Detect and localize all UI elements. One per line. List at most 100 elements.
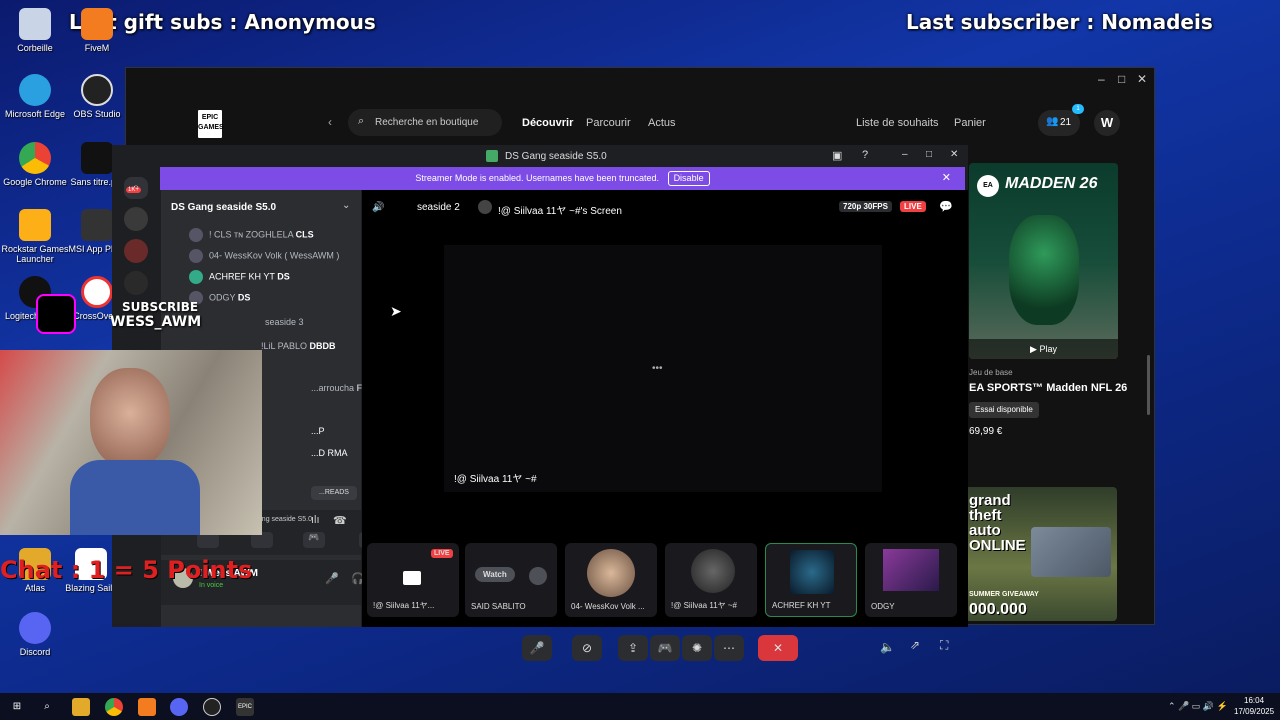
voice-channel-seaside-3[interactable]: seaside 3: [265, 317, 304, 327]
participant-tile[interactable]: ACHREF KH YT: [765, 543, 857, 617]
nav-browse[interactable]: Parcourir: [586, 117, 631, 129]
account-avatar[interactable]: W: [1094, 110, 1120, 136]
friends-count: 21: [1060, 117, 1072, 128]
participant-tile[interactable]: ODGY: [865, 543, 957, 617]
disable-streamer-button[interactable]: Disable: [667, 171, 710, 186]
server-avatar[interactable]: [124, 271, 148, 295]
banner-close-icon[interactable]: ✕: [942, 167, 951, 190]
server-avatar[interactable]: [124, 207, 148, 231]
voice-member[interactable]: 04- WessKov Volk ( WessAWM ): [189, 249, 339, 263]
discord-icon[interactable]: [170, 698, 188, 716]
screen-share-button[interactable]: ⇪: [618, 635, 648, 661]
voice-member[interactable]: ...D RMA: [311, 448, 348, 458]
friends-button[interactable]: 👥 21 1: [1038, 104, 1084, 136]
desktop-icon-chrome[interactable]: Google Chrome: [0, 142, 70, 187]
chat-icon[interactable]: 💬: [939, 200, 953, 213]
msi-app-icon: [81, 209, 113, 241]
start-button-icon[interactable]: ⊞: [8, 698, 26, 716]
soundboard-button[interactable]: ✺: [682, 635, 712, 661]
participant-tile[interactable]: !@ Siilvaa 11ヤ ~#: [665, 543, 757, 617]
add-watch-icon[interactable]: [529, 567, 547, 585]
clock-date: 17/09/2025: [1234, 707, 1275, 716]
voice-member[interactable]: ! CLS ᴛɴ ZOGHLELA CLS: [189, 228, 314, 242]
stream-label: !@ Siilvaa 11ヤ ~#: [454, 474, 537, 485]
discord-minimize-icon[interactable]: –: [902, 149, 908, 160]
epic-games-icon[interactable]: EPIC: [236, 698, 254, 716]
desktop-icon-edge[interactable]: Microsoft Edge: [0, 74, 70, 119]
voice-member[interactable]: ...P: [311, 426, 325, 436]
voice-member[interactable]: ...arroucha FC: [311, 383, 369, 393]
file-explorer-icon[interactable]: [72, 698, 90, 716]
participant-tile[interactable]: LIVE !@ Siilvaa 11ヤ...: [367, 543, 459, 617]
gta-online-card[interactable]: grand theft auto ONLINE SUMMER GIVEAWAY …: [965, 487, 1117, 621]
current-channel[interactable]: seaside 2: [417, 202, 460, 213]
ea-sports-logo: EA: [977, 175, 999, 197]
fullscreen-icon[interactable]: ⛶: [940, 638, 948, 653]
desktop-icon-discord[interactable]: Discord: [0, 612, 70, 657]
search-icon[interactable]: ⌕: [38, 698, 56, 716]
play-video-button[interactable]: ▶ Play: [969, 339, 1118, 359]
member-name: ! CLS ᴛɴ ZOGHLELA: [209, 229, 294, 240]
friends-icon: 👥: [1046, 116, 1059, 127]
desktop-icon-recycle-bin[interactable]: Corbeille: [0, 8, 70, 53]
gta-promo-text: SUMMER GIVEAWAY: [969, 591, 1039, 598]
activity-button[interactable]: 🎮: [650, 635, 680, 661]
back-arrow-icon[interactable]: ‹: [328, 115, 332, 129]
popout-icon[interactable]: ⇗: [910, 638, 920, 652]
system-tray-icons[interactable]: ⌃ 🎤 ▭ 🔊 ⚡: [1168, 701, 1228, 712]
nav-news[interactable]: Actus: [648, 117, 676, 129]
chevron-down-icon[interactable]: ⌄: [342, 200, 350, 211]
desktop-icon-rockstar[interactable]: Rockstar Games Launcher: [0, 209, 70, 264]
volume-icon[interactable]: 🔈: [880, 640, 895, 654]
participant-tile[interactable]: Watch SAID SABLITO: [465, 543, 557, 617]
trial-available-tag: Essai disponible: [969, 402, 1039, 418]
tile-label: ACHREF KH YT: [772, 601, 831, 610]
obs-icon[interactable]: [203, 698, 221, 716]
desktop-icon-fivem[interactable]: FiveM: [62, 8, 132, 53]
image-file-icon: [81, 142, 113, 174]
desktop-icon-label: Google Chrome: [3, 177, 67, 187]
voice-member[interactable]: !LiL PABLO DBDB: [261, 341, 336, 351]
watch-button[interactable]: Watch: [475, 567, 515, 582]
microphone-icon[interactable]: 🎤: [325, 572, 339, 585]
game-title[interactable]: EA SPORTS™ Madden NFL 26: [969, 382, 1127, 394]
more-options-button[interactable]: ⋯: [714, 635, 744, 661]
camera-button[interactable]: ⊘: [572, 635, 602, 661]
madden-hero-card[interactable]: EA MADDEN 26 ▶ Play: [969, 163, 1118, 359]
threads-pill[interactable]: ...READS: [311, 486, 357, 500]
server-name[interactable]: DS Gang seaside S5.0: [171, 202, 276, 213]
minimize-icon[interactable]: –: [1098, 72, 1105, 86]
inbox-icon[interactable]: ▣: [832, 149, 842, 162]
voice-member[interactable]: ODGY DS: [189, 291, 250, 305]
stream-video[interactable]: •••: [444, 245, 882, 492]
desktop-icon-label: OBS Studio: [73, 109, 121, 119]
help-icon[interactable]: ?: [862, 149, 868, 161]
mute-button[interactable]: 🎤: [522, 635, 552, 661]
participant-tile[interactable]: 04- WessKov Volk ...: [565, 543, 657, 617]
channel-handle-text: WESS_AWM: [110, 314, 202, 330]
discord-icon: [19, 612, 51, 644]
voice-member[interactable]: ACHREF KH YT DS: [189, 270, 290, 284]
discord-maximize-icon[interactable]: □: [926, 149, 932, 160]
store-search-input[interactable]: ⌕ Recherche en boutique: [348, 109, 502, 136]
discord-close-icon[interactable]: ✕: [950, 149, 958, 160]
gamepad-icon: 🎮: [657, 641, 673, 655]
epic-scrollbar[interactable]: [1147, 355, 1150, 415]
app-icon[interactable]: [138, 698, 156, 716]
webcam-feed: [0, 350, 262, 535]
activity-icon[interactable]: 🎮: [303, 532, 325, 548]
maximize-icon[interactable]: □: [1118, 72, 1125, 86]
wishlist-link[interactable]: Liste de souhaits: [856, 117, 939, 129]
server-avatar[interactable]: [124, 239, 148, 263]
disconnect-icon[interactable]: ☎: [333, 514, 347, 527]
cart-link[interactable]: Panier: [954, 117, 986, 129]
disconnect-button[interactable]: ✕: [758, 635, 798, 661]
desktop-icon-obs[interactable]: OBS Studio: [62, 74, 132, 119]
epic-logo[interactable]: EPIC GAMES: [198, 110, 224, 138]
nav-discover[interactable]: Découvrir: [522, 117, 573, 129]
chat-points-text: Chat : 1 = 5 Points: [0, 556, 253, 584]
stream-view: 🔊 seaside 2 !@ Siilvaa 11ヤ ~#'s Screen 7…: [362, 190, 968, 661]
chrome-icon[interactable]: [105, 698, 123, 716]
close-icon[interactable]: ✕: [1137, 72, 1147, 86]
noise-suppression-icon[interactable]: ılı: [311, 514, 320, 526]
